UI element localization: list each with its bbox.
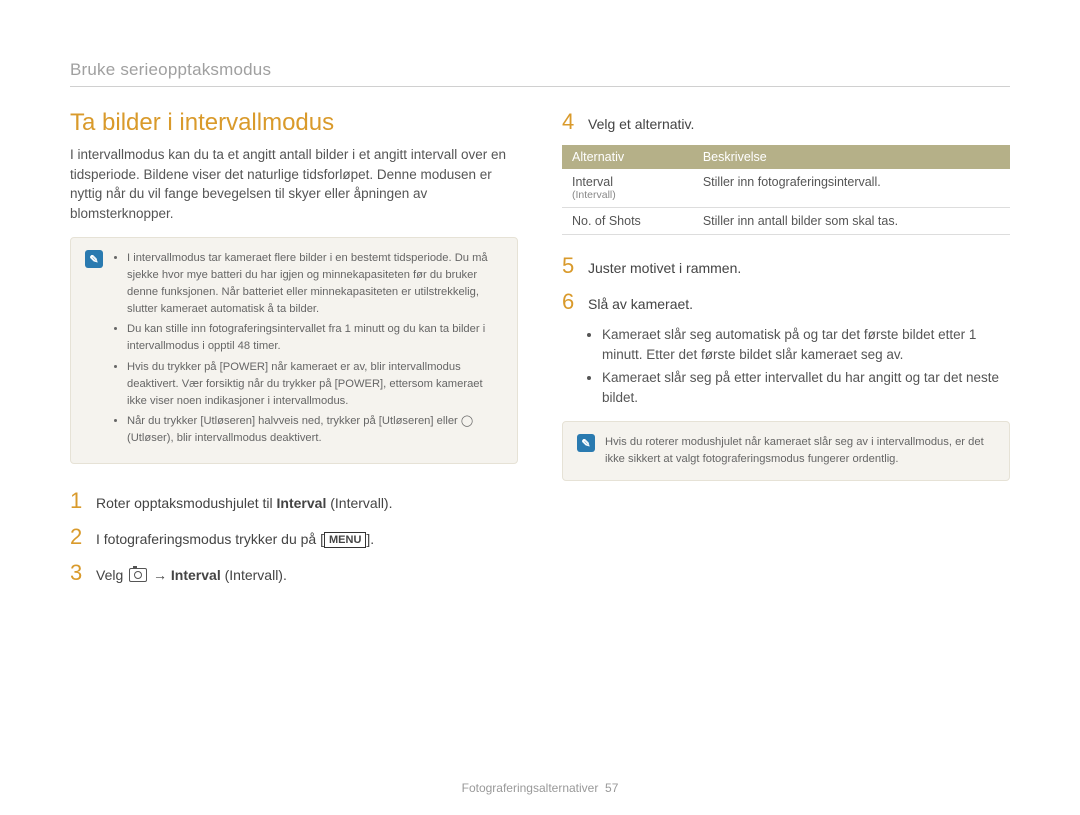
note-item: I intervallmodus tar kameraet flere bild… — [127, 250, 503, 317]
note-icon: ✎ — [577, 434, 595, 452]
table-cell-sub: (Intervall) — [572, 189, 683, 201]
camera-icon — [129, 568, 147, 582]
page-footer: Fotograferingsalternativer 57 — [0, 781, 1080, 795]
note-box-2: ✎ Hvis du roterer modushjulet når kamera… — [562, 421, 1010, 481]
note-icon: ✎ — [85, 250, 103, 268]
table-row: Interval (Intervall) Stiller inn fotogra… — [562, 169, 1010, 208]
step-text: Roter opptaksmodushjulet til Interval (I… — [96, 493, 392, 514]
note-item: Når du trykker [Utløseren] halvveis ned,… — [127, 413, 503, 447]
step-number: 4 — [562, 109, 576, 135]
breadcrumb: Bruke serieopptaksmodus — [70, 60, 1010, 87]
step-text: Velg → Interval (Intervall). — [96, 565, 287, 586]
table-cell: No. of Shots — [562, 208, 693, 235]
step-number: 5 — [562, 253, 576, 279]
step-number: 3 — [70, 560, 84, 586]
menu-button-icon: MENU — [324, 532, 366, 548]
step-text: I fotograferingsmodus trykker du på [MEN… — [96, 529, 374, 550]
note-box-1: ✎ I intervallmodus tar kameraet flere bi… — [70, 237, 518, 464]
sub-bullets: Kameraet slår seg automatisk på og tar d… — [562, 325, 1010, 407]
section-heading: Ta bilder i intervallmodus — [70, 109, 518, 137]
table-cell: Stiller inn fotograferingsintervall. — [693, 169, 1010, 208]
step-number: 6 — [562, 289, 576, 315]
step-number: 1 — [70, 488, 84, 514]
table-header: Beskrivelse — [693, 145, 1010, 169]
table-row: No. of Shots Stiller inn antall bilder s… — [562, 208, 1010, 235]
note-text: Hvis du roterer modushjulet når kameraet… — [605, 434, 995, 468]
step-text: Velg et alternativ. — [588, 114, 694, 135]
intro-paragraph: I intervallmodus kan du ta et angitt ant… — [70, 145, 518, 223]
step-text: Slå av kameraet. — [588, 294, 693, 315]
list-item: Kameraet slår seg på etter intervallet d… — [602, 368, 1010, 407]
table-cell: Interval — [572, 175, 613, 189]
note-item: Hvis du trykker på [POWER] når kameraet … — [127, 359, 503, 409]
table-cell: Stiller inn antall bilder som skal tas. — [693, 208, 1010, 235]
step-number: 2 — [70, 524, 84, 550]
note-list-1: I intervallmodus tar kameraet flere bild… — [113, 250, 503, 451]
options-table: Alternativ Beskrivelse Interval (Interva… — [562, 145, 1010, 235]
note-item: Du kan stille inn fotograferingsinterval… — [127, 321, 503, 355]
table-header: Alternativ — [562, 145, 693, 169]
list-item: Kameraet slår seg automatisk på og tar d… — [602, 325, 1010, 364]
step-text: Juster motivet i rammen. — [588, 258, 741, 279]
